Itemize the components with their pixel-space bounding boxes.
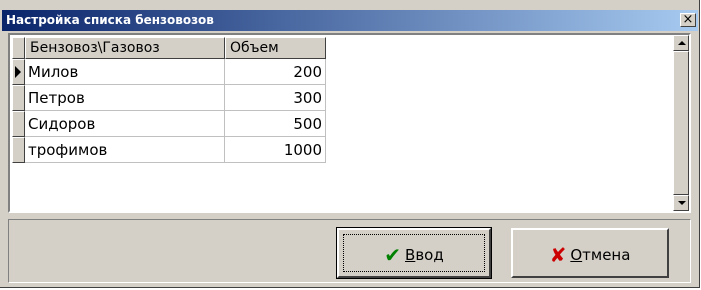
cell-volume[interactable]: 1000 [225, 137, 326, 163]
arrow-up-icon [678, 41, 686, 45]
scroll-thumb[interactable] [673, 51, 689, 195]
arrow-down-icon [678, 201, 686, 205]
ok-label: вод [415, 246, 444, 264]
cancel-label: тмена [582, 246, 631, 264]
vertical-scrollbar[interactable] [673, 35, 689, 211]
cell-tanker[interactable]: Петров [25, 85, 225, 111]
cell-tanker[interactable]: трофимов [25, 137, 225, 163]
row-indicator[interactable] [12, 85, 25, 111]
ok-button[interactable]: ✔ Ввод [336, 227, 492, 279]
row-indicator[interactable] [12, 59, 25, 85]
cell-volume[interactable]: 500 [225, 111, 326, 137]
cell-volume[interactable]: 300 [225, 85, 326, 111]
x-icon: ✘ [549, 243, 567, 267]
cancel-mnemonic: О [570, 246, 583, 264]
grid-corner [12, 37, 25, 59]
scroll-down-button[interactable] [673, 195, 689, 211]
dialog-window: Настройка списка бензовозов × Бензовоз\Г… [0, 0, 700, 288]
row-indicator[interactable] [12, 111, 25, 137]
column-header-tanker[interactable]: Бензовоз\Газовоз [25, 37, 225, 59]
checkmark-icon: ✔ [384, 243, 402, 267]
cell-tanker[interactable]: Милов [25, 59, 225, 85]
scroll-up-button[interactable] [673, 35, 689, 51]
ok-mnemonic: В [405, 246, 416, 264]
cancel-button[interactable]: ✘ Отмена [511, 228, 669, 278]
window-title: Настройка списка бензовозов [6, 13, 214, 27]
title-bar[interactable]: Настройка списка бензовозов × [2, 10, 698, 31]
column-header-volume[interactable]: Объем [225, 37, 326, 59]
cell-tanker[interactable]: Сидоров [25, 111, 225, 137]
button-panel: ✔ Ввод ✘ Отмена [8, 219, 691, 283]
row-indicator[interactable] [12, 137, 25, 163]
cell-volume[interactable]: 200 [225, 59, 326, 85]
current-row-arrow-icon [15, 66, 21, 78]
close-button[interactable]: × [680, 13, 696, 27]
tanker-grid[interactable]: Бензовоз\Газовоз Объем Милов 200 Петров … [8, 33, 691, 213]
close-icon: × [682, 12, 694, 27]
